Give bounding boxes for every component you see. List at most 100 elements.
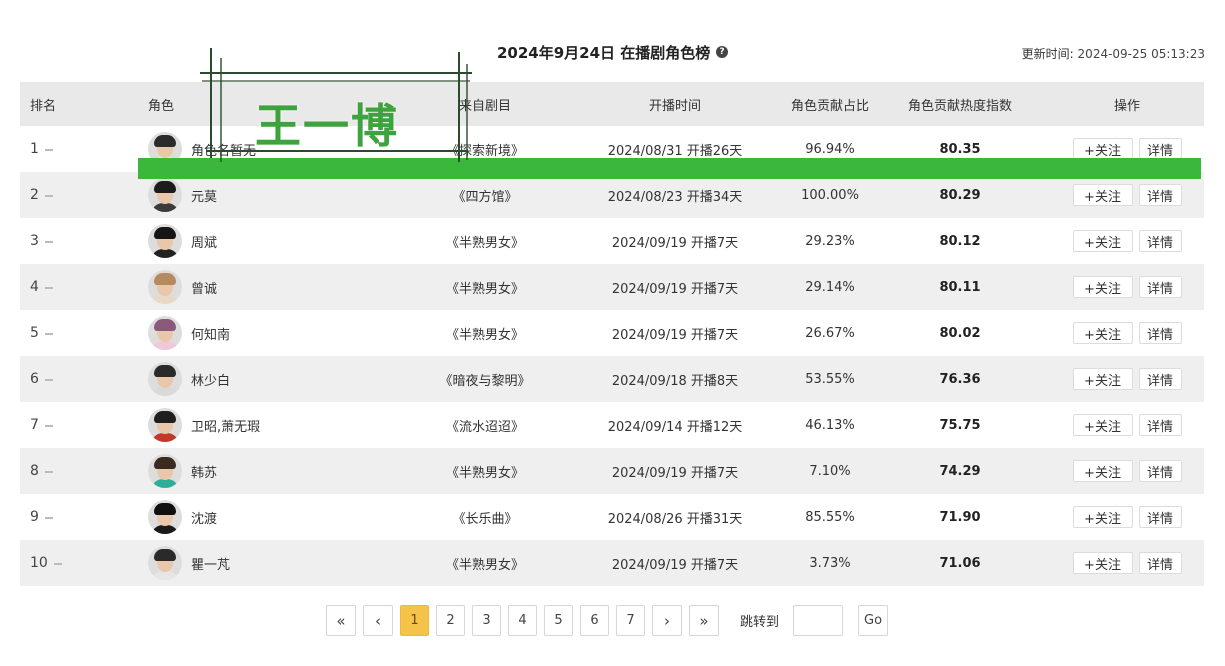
air-days: 开播7天 [690,465,739,481]
avatar[interactable] [148,270,182,304]
rank-number: 5 [30,325,39,341]
col-air-time: 开播时间 [648,98,701,114]
avatar[interactable] [148,546,182,580]
page-1-button[interactable]: 1 [400,605,429,636]
drama-cell[interactable]: 《半熟男女》 [400,462,570,481]
rank-cell: 7 [20,417,130,433]
role-name[interactable]: 卫昭,萧无瑕 [191,416,260,435]
col-ops: 操作 [1113,98,1140,114]
drama-cell[interactable]: 《半熟男女》 [400,324,570,343]
page-3-button[interactable]: 3 [472,605,501,636]
drama-cell[interactable]: 《暗夜与黎明》 [400,370,570,389]
air-time-cell: 2024/09/19 开播7天 [570,324,750,343]
page-5-button[interactable]: 5 [544,605,573,636]
rank-change-icon [44,194,53,197]
detail-button[interactable]: 详情 [1138,322,1182,344]
role-name[interactable]: 沈渡 [191,508,217,527]
drama-cell[interactable]: 《四方馆》 [400,186,570,205]
share-cell: 96.94% [805,141,855,157]
rank-number: 4 [30,279,39,295]
prev-page-button[interactable]: ‹ [363,605,393,636]
detail-button[interactable]: 详情 [1138,460,1182,482]
rank-cell: 8 [20,463,130,479]
rank-number: 6 [30,371,39,387]
drama-cell[interactable]: 《半熟男女》 [400,554,570,573]
avatar[interactable] [148,454,182,488]
detail-button[interactable]: 详情 [1138,276,1182,298]
follow-button[interactable]: +关注 [1072,368,1133,390]
follow-button[interactable]: +关注 [1072,230,1133,252]
air-date: 2024/09/19 [611,235,687,251]
table-row: 6 林少白 《暗夜与黎明》 2024/09/18 开播8天 53.55% 76.… [20,356,1204,402]
col-rank: 排名 [30,98,57,114]
page-2-button[interactable]: 2 [436,605,465,636]
avatar[interactable] [148,224,182,258]
follow-button[interactable]: +关注 [1072,276,1133,298]
avatar[interactable] [148,316,182,350]
drama-cell[interactable]: 《流水迢迢》 [400,416,570,435]
air-days: 开播7天 [690,557,739,573]
follow-button[interactable]: +关注 [1072,506,1133,528]
ops-cell: +关注 详情 [1030,506,1204,528]
follow-button[interactable]: +关注 [1072,460,1133,482]
next-page-button[interactable]: › [652,605,682,636]
drama-cell[interactable]: 《半熟男女》 [400,278,570,297]
heat-cell: 80.02 [939,325,981,341]
ops-cell: +关注 详情 [1030,276,1204,298]
question-circle-icon[interactable]: ? [716,46,728,58]
drama-cell[interactable]: 《长乐曲》 [400,508,570,527]
heat-cell: 80.35 [939,141,981,157]
ops-cell: +关注 详情 [1030,184,1204,206]
last-page-button[interactable]: » [689,605,719,636]
detail-button[interactable]: 详情 [1138,184,1182,206]
update-time: 更新时间: 2024-09-25 05:13:23 [1022,45,1205,62]
role-name[interactable]: 韩苏 [191,462,217,481]
share-cell: 29.14% [805,279,855,295]
role-name[interactable]: 曾诚 [191,278,217,297]
page-4-button[interactable]: 4 [508,605,537,636]
air-date: 2024/09/18 [611,373,687,389]
avatar[interactable] [148,408,182,442]
col-share: 角色贡献占比 [790,98,869,114]
follow-button[interactable]: +关注 [1072,138,1133,160]
col-heat: 角色贡献热度指数 [907,98,1012,114]
rank-change-icon [44,148,53,151]
ops-cell: +关注 详情 [1030,368,1204,390]
follow-button[interactable]: +关注 [1072,322,1133,344]
go-button[interactable]: Go [858,605,889,636]
heat-cell: 75.75 [939,417,981,433]
follow-button[interactable]: +关注 [1072,552,1133,574]
air-time-cell: 2024/09/18 开播8天 [570,370,750,389]
page-6-button[interactable]: 6 [580,605,609,636]
role-name[interactable]: 林少白 [191,370,230,389]
detail-button[interactable]: 详情 [1138,138,1182,160]
air-days: 开播7天 [690,327,739,343]
first-page-button[interactable]: « [326,605,356,636]
detail-button[interactable]: 详情 [1138,230,1182,252]
role-name[interactable]: 元莫 [191,186,217,205]
detail-button[interactable]: 详情 [1138,552,1182,574]
follow-button[interactable]: +关注 [1072,184,1133,206]
jump-page-input[interactable] [793,605,844,636]
page-title: 2024年9月24日 在播剧角色榜 [497,44,711,62]
role-name[interactable]: 周斌 [191,232,217,251]
rank-cell: 6 [20,371,130,387]
ops-cell: +关注 详情 [1030,138,1204,160]
avatar[interactable] [148,178,182,212]
role-name[interactable]: 瞿一芃 [191,554,230,573]
avatar[interactable] [148,500,182,534]
page-7-button[interactable]: 7 [616,605,645,636]
heat-cell: 74.29 [939,463,981,479]
rank-cell: 1 [20,141,130,157]
air-date: 2024/09/14 [607,419,683,435]
detail-button[interactable]: 详情 [1138,414,1182,436]
role-name[interactable]: 何知南 [191,324,230,343]
follow-button[interactable]: +关注 [1072,414,1133,436]
drama-cell[interactable]: 《半熟男女》 [400,232,570,251]
detail-button[interactable]: 详情 [1138,368,1182,390]
role-cell: 林少白 [130,362,400,396]
rank-number: 7 [30,417,39,433]
avatar[interactable] [148,362,182,396]
detail-button[interactable]: 详情 [1138,506,1182,528]
role-cell: 元莫 [130,178,400,212]
